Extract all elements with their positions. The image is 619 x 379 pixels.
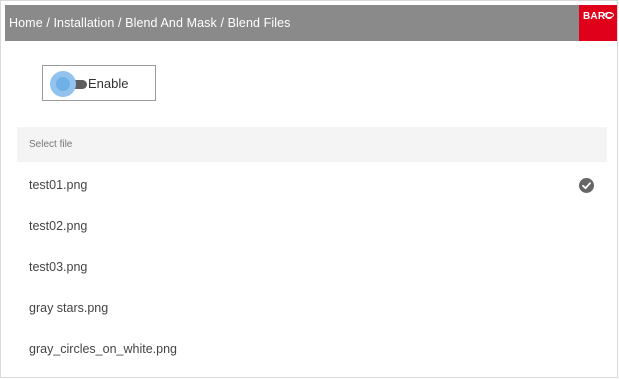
enable-toggle-button[interactable]: Enable <box>42 65 156 101</box>
select-file-header: Select file <box>17 127 607 162</box>
select-file-label: Select file <box>29 139 73 150</box>
breadcrumb: Home / Installation / Blend And Mask / B… <box>9 16 291 30</box>
file-item-test01[interactable]: test01.png <box>17 164 607 205</box>
file-item-gray-stars[interactable]: gray stars.png <box>17 287 607 328</box>
barco-logo: BARC <box>579 5 617 41</box>
file-name: gray stars.png <box>29 300 109 315</box>
file-name: gray_circles_on_white.png <box>29 341 178 356</box>
file-list: test01.png test02.png test03.png gray st… <box>17 164 607 369</box>
file-item-test03[interactable]: test03.png <box>17 246 607 287</box>
file-name: test02.png <box>29 218 88 233</box>
file-item-test02[interactable]: test02.png <box>17 205 607 246</box>
header-bar: Home / Installation / Blend And Mask / B… <box>5 5 617 41</box>
file-item-gray-circles-on-white[interactable]: gray_circles_on_white.png <box>17 328 607 369</box>
file-name: test03.png <box>29 259 88 274</box>
blend-files-page: Home / Installation / Blend And Mask / B… <box>0 0 618 378</box>
logo-swirl-icon <box>604 12 614 18</box>
file-name: test01.png <box>29 177 88 192</box>
check-circle-icon <box>579 178 594 193</box>
toggle-knob[interactable] <box>50 71 76 97</box>
enable-label: Enable <box>88 76 129 91</box>
